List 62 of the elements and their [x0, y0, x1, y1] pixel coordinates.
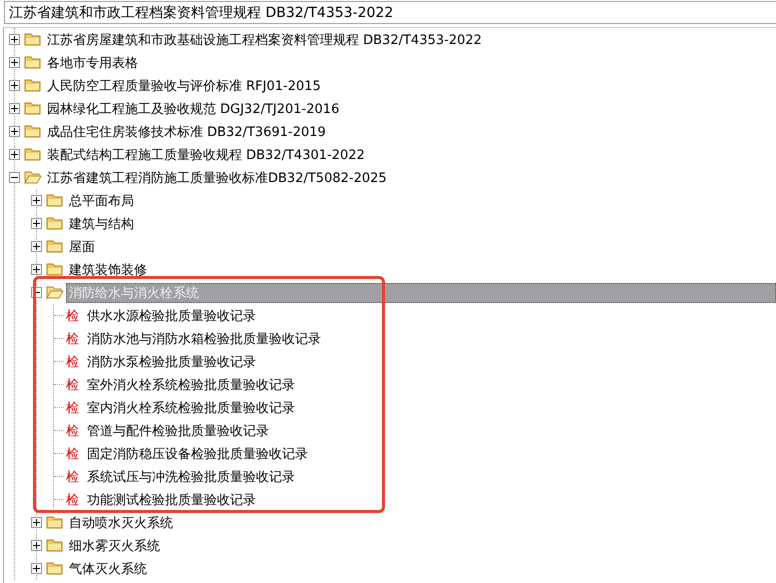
tree-item[interactable]: 功能测试检验批质量验收记录 — [85, 490, 258, 510]
expand-icon[interactable] — [9, 149, 20, 160]
tree-item[interactable]: 总平面布局 — [66, 190, 137, 210]
expand-icon[interactable] — [31, 540, 42, 551]
expand-icon[interactable] — [9, 103, 20, 114]
expand-icon[interactable] — [31, 241, 42, 252]
expand-icon[interactable] — [9, 80, 20, 91]
record-icon: 检 — [66, 352, 79, 370]
expand-icon[interactable] — [9, 34, 20, 45]
expand-icon[interactable] — [31, 264, 42, 275]
open-folder-icon — [46, 285, 64, 300]
record-icon: 检 — [66, 306, 79, 324]
tree-item[interactable]: 室内消火栓系统检验批质量验收记录 — [85, 398, 297, 418]
folder-icon — [24, 147, 42, 162]
expand-icon[interactable] — [31, 218, 42, 229]
record-icon: 检 — [66, 398, 79, 416]
tree-item[interactable]: 江苏省建筑工程消防施工质量验收标准DB32/T5082-2025 — [44, 168, 390, 188]
tree-item[interactable]: 系统试压与冲洗检验批质量验收记录 — [85, 466, 297, 486]
record-icon: 检 — [66, 490, 79, 508]
folder-icon — [46, 216, 64, 231]
path-field[interactable]: 江苏省建筑和市政工程档案资料管理规程 DB32/T4353-2022 — [4, 1, 776, 24]
tree-item[interactable]: 固定消防稳压设备检验批质量验收记录 — [85, 444, 310, 464]
record-icon: 检 — [66, 468, 79, 486]
tree-item[interactable]: 管道与配件检验批质量验收记录 — [85, 420, 271, 440]
expand-icon[interactable] — [9, 57, 20, 68]
tree-item[interactable]: 细水雾灭火系统 — [66, 536, 163, 556]
folder-icon — [24, 78, 42, 93]
tree-item[interactable]: 成品住宅住房装修技术标准 DB32/T3691-2019 — [44, 122, 329, 142]
tree-item[interactable]: 气体灭火系统 — [66, 558, 150, 578]
tree-item[interactable]: 消防水泵检验批质量验收记录 — [85, 352, 258, 372]
tree-item[interactable]: 江苏省房屋建筑和市政基础设施工程档案资料管理规程 DB32/T4353-2022 — [44, 30, 485, 50]
folder-icon — [24, 55, 42, 70]
tree-item[interactable]: 室外消火栓系统检验批质量验收记录 — [85, 374, 297, 394]
tree-item[interactable]: 装配式结构工程施工质量验收规程 DB32/T4301-2022 — [44, 144, 368, 164]
expand-icon[interactable] — [31, 195, 42, 206]
folder-icon — [24, 32, 42, 47]
folder-icon — [24, 101, 42, 116]
tree-item[interactable]: 建筑装饰装修 — [66, 260, 150, 280]
expand-icon[interactable] — [31, 517, 42, 528]
tree-item[interactable]: 消防水池与消防水箱检验批质量验收记录 — [85, 328, 323, 348]
collapse-icon[interactable] — [9, 172, 20, 183]
folder-icon — [46, 262, 64, 277]
tree-item[interactable]: 屋面 — [66, 236, 98, 256]
folder-icon — [46, 538, 64, 553]
tree-item[interactable]: 建筑与结构 — [66, 214, 137, 234]
record-icon: 检 — [66, 376, 79, 394]
tree-item[interactable]: 自动喷水灭火系统 — [66, 512, 176, 532]
folder-icon — [46, 515, 64, 530]
record-icon: 检 — [66, 444, 79, 462]
folder-icon — [46, 193, 64, 208]
record-icon: 检 — [66, 422, 79, 440]
expand-icon[interactable] — [31, 563, 42, 574]
folder-icon — [46, 239, 64, 254]
record-icon: 检 — [66, 330, 79, 348]
open-folder-icon — [24, 170, 42, 185]
tree-item[interactable]: 园林绿化工程施工及验收规范 DGJ32/TJ201-2016 — [44, 98, 342, 118]
tree-item[interactable]: 各地市专用表格 — [44, 52, 141, 72]
expand-icon[interactable] — [9, 126, 20, 137]
tree-item[interactable]: 供水水源检验批质量验收记录 — [85, 306, 258, 326]
tree-item[interactable]: 人民防空工程质量验收与评价标准 RFJ01-2015 — [44, 76, 324, 96]
folder-icon — [24, 124, 42, 139]
folder-icon — [46, 561, 64, 576]
